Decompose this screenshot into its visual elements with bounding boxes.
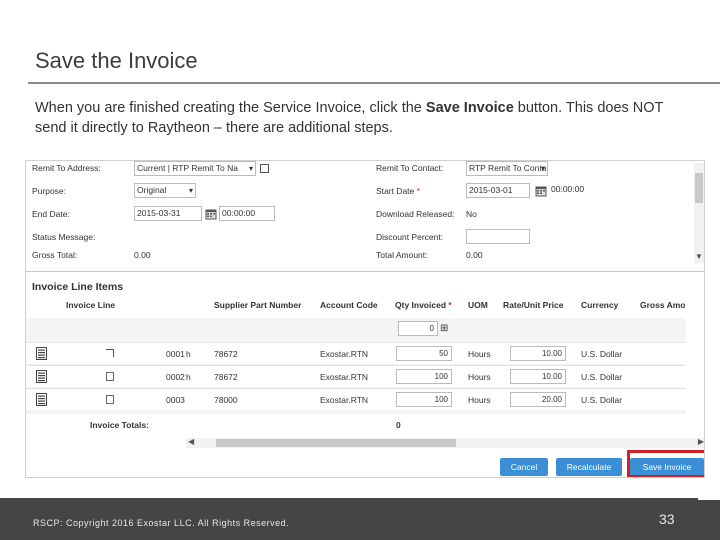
invoice-totals-label: Invoice Totals:: [90, 420, 149, 430]
uom-cell: Hours: [468, 349, 491, 359]
line-items-table: 0 ⊞ 0001 h 78672 Exostar.RTN 50 Hours 10…: [26, 318, 686, 436]
total-amount-value: 0.00: [466, 250, 483, 260]
table-row[interactable]: 0002 h 78672 Exostar.RTN 100 Hours 10.00…: [26, 365, 686, 387]
column-header[interactable]: Gross Amo: [640, 300, 686, 310]
row-checkbox[interactable]: [106, 349, 114, 357]
footer-accent-line: [698, 498, 720, 500]
body-text-bold: Save Invoice: [425, 100, 514, 116]
uom-cell: Hours: [468, 395, 491, 405]
calendar-icon[interactable]: [205, 208, 217, 220]
table-row[interactable]: 0001 h 78672 Exostar.RTN 50 Hours 10.00 …: [26, 342, 686, 364]
form-vertical-scrollbar[interactable]: ▼: [694, 163, 704, 263]
invoice-line-cell: 0001: [166, 349, 185, 359]
qty-input[interactable]: 100: [396, 392, 452, 407]
start-date-label: Start Date *: [376, 186, 420, 196]
start-date-label-text: Start Date: [376, 186, 415, 196]
page-number: 33: [659, 511, 675, 527]
line-items-title: Invoice Line Items: [32, 281, 124, 293]
slide: Save the Invoice When you are finished c…: [0, 0, 720, 540]
column-header[interactable]: Qty Invoiced *: [395, 300, 452, 310]
column-header[interactable]: Invoice Line: [66, 300, 115, 310]
start-time-input[interactable]: 00:00:00: [549, 183, 593, 198]
row-truncated-mark: h: [186, 372, 191, 382]
end-time-input[interactable]: 00:00:00: [219, 206, 275, 221]
row-checkbox[interactable]: [106, 372, 114, 381]
qty-input[interactable]: 100: [396, 369, 452, 384]
table-horizontal-scrollbar[interactable]: ◀ ▶: [186, 437, 704, 448]
remit-to-contact-label: Remit To Contact:: [376, 163, 444, 173]
required-marker: *: [446, 300, 452, 310]
currency-cell: U.S. Dollar: [581, 372, 623, 382]
footer-copyright: RSCP: Copyright 2016 Exostar LLC. All Ri…: [33, 518, 290, 528]
scrollbar-thumb[interactable]: [216, 439, 456, 447]
row-truncated-mark: h: [186, 349, 191, 359]
invoice-totals-qty: 0: [396, 420, 401, 430]
grid-filter-icon[interactable]: ⊞: [440, 323, 448, 334]
invoice-line-cell: 0003: [166, 395, 185, 405]
part-number-cell: 78000: [214, 395, 238, 405]
download-released-label: Download Released:: [376, 209, 455, 219]
invoice-header-form: Remit To Address: Current | RTP Remit To…: [26, 161, 704, 269]
recalculate-button[interactable]: Recalculate: [556, 458, 622, 476]
title-divider: [28, 82, 720, 84]
purpose-select[interactable]: Original: [134, 183, 196, 198]
remit-to-address-select[interactable]: Current | RTP Remit To Na: [134, 161, 256, 176]
purpose-label: Purpose:: [32, 186, 67, 196]
document-icon[interactable]: [36, 370, 47, 383]
column-header-label: Qty Invoiced: [395, 300, 447, 310]
slide-title: Save the Invoice: [35, 48, 198, 73]
chevron-left-icon[interactable]: ◀: [188, 437, 194, 446]
discount-percent-label: Discount Percent:: [376, 232, 444, 242]
total-amount-label: Total Amount:: [376, 250, 428, 260]
slide-body-text: When you are finished creating the Servi…: [35, 98, 695, 138]
qty-filter-input[interactable]: 0: [398, 321, 438, 336]
discount-percent-input[interactable]: [466, 229, 530, 244]
end-date-input[interactable]: 2015-03-31: [134, 206, 202, 221]
rate-input[interactable]: 20.00: [510, 392, 566, 407]
qty-input[interactable]: 50: [396, 346, 452, 361]
rate-input[interactable]: 10.00: [510, 346, 566, 361]
account-code-cell: Exostar.RTN: [320, 349, 369, 359]
remit-to-contact-select[interactable]: RTP Remit To Conta: [466, 161, 548, 176]
document-icon[interactable]: [36, 347, 47, 360]
table-row[interactable]: 0003 78000 Exostar.RTN 100 Hours 20.00 U…: [26, 388, 686, 410]
body-text-part-1: When you are finished creating the Servi…: [35, 100, 426, 116]
column-header[interactable]: UOM: [468, 300, 488, 310]
status-message-label: Status Message:: [32, 232, 96, 242]
totals-row: Invoice Totals: 0: [26, 414, 686, 436]
column-header[interactable]: Supplier Part Number: [214, 300, 301, 310]
download-released-value: No: [466, 209, 477, 219]
section-divider: [26, 271, 704, 272]
account-code-cell: Exostar.RTN: [320, 372, 369, 382]
column-header[interactable]: Rate/Unit Price: [503, 300, 563, 310]
rate-input[interactable]: 10.00: [510, 369, 566, 384]
part-number-cell: 78672: [214, 349, 238, 359]
remit-to-address-label: Remit To Address:: [32, 163, 101, 173]
save-button-highlight: [627, 450, 704, 477]
currency-cell: U.S. Dollar: [581, 395, 623, 405]
filter-row: 0 ⊞: [26, 318, 686, 340]
currency-cell: U.S. Dollar: [581, 349, 623, 359]
end-date-label: End Date:: [32, 209, 70, 219]
part-number-cell: 78672: [214, 372, 238, 382]
remit-to-address-checkbox[interactable]: [260, 164, 269, 173]
gross-total-value: 0.00: [134, 250, 151, 260]
account-code-cell: Exostar.RTN: [320, 395, 369, 405]
cancel-button[interactable]: Cancel: [500, 458, 548, 476]
uom-cell: Hours: [468, 372, 491, 382]
required-marker: *: [414, 186, 420, 196]
gross-total-label: Gross Total:: [32, 250, 78, 260]
row-checkbox[interactable]: [106, 395, 114, 404]
column-header[interactable]: Account Code: [320, 300, 378, 310]
start-date-input[interactable]: 2015-03-01: [466, 183, 530, 198]
invoice-line-cell: 0002: [166, 372, 185, 382]
line-items-header: Invoice Line Supplier Part Number Accoun…: [26, 296, 686, 314]
chevron-down-icon[interactable]: ▼: [695, 252, 703, 261]
chevron-right-icon[interactable]: ▶: [698, 437, 704, 446]
calendar-icon[interactable]: [535, 185, 547, 197]
document-icon[interactable]: [36, 393, 47, 406]
scrollbar-thumb[interactable]: [695, 173, 703, 203]
invoice-screenshot: Remit To Address: Current | RTP Remit To…: [25, 160, 705, 478]
column-header[interactable]: Currency: [581, 300, 618, 310]
